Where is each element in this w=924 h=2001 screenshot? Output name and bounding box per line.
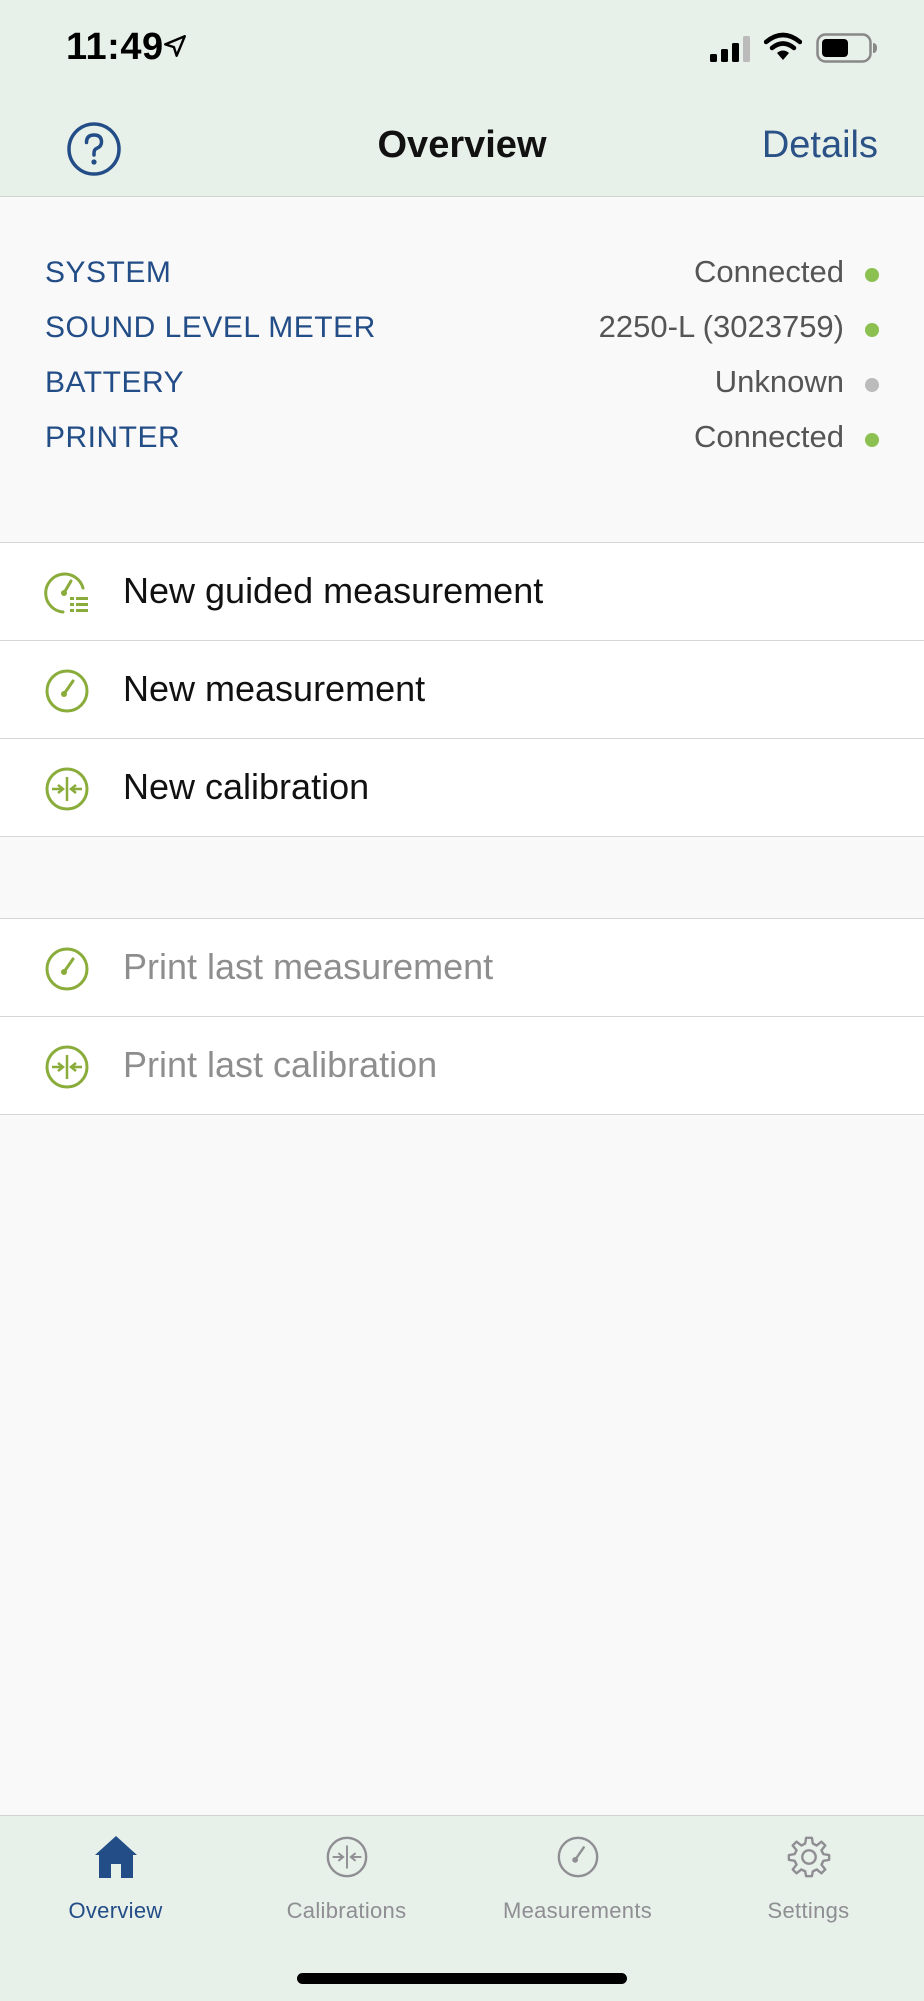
status-value: 2250-L (3023759) [598, 309, 844, 344]
gauge-icon [557, 1836, 598, 1878]
top-bar: 11:49 Overview Details [0, 0, 924, 197]
status-row-printer: PRINTER Connected [0, 417, 924, 472]
status-dot [865, 433, 879, 447]
status-row-battery: BATTERY Unknown [0, 362, 924, 417]
wifi-icon [764, 32, 802, 60]
row-label: Print last measurement [123, 946, 494, 987]
row-label: New calibration [123, 766, 370, 807]
status-label: BATTERY [45, 366, 185, 399]
gauge-icon [45, 947, 89, 991]
status-value: Unknown [714, 364, 844, 399]
row-label: Print last calibration [123, 1044, 438, 1085]
calibration-icon [326, 1836, 367, 1878]
guided-measurement-icon [44, 572, 88, 614]
new-measurement-row[interactable]: New measurement [0, 641, 924, 739]
home-indicator [297, 1973, 627, 1984]
status-row-system: SYSTEM Connected [0, 252, 924, 307]
battery-icon [816, 33, 877, 63]
status-value: Connected [694, 254, 844, 289]
new-calibration-row[interactable]: New calibration [0, 739, 924, 837]
gear-icon [787, 1836, 830, 1878]
print-actions-group: Print last measurement Print last calibr… [0, 918, 924, 1115]
print-last-measurement-row[interactable]: Print last measurement [0, 919, 924, 1017]
new-guided-measurement-row[interactable]: New guided measurement [0, 543, 924, 641]
gauge-icon [45, 669, 89, 713]
tab-label: Calibrations [286, 1898, 407, 1923]
calibration-icon [45, 1045, 89, 1089]
status-dot [865, 378, 879, 392]
status-dot [865, 323, 879, 337]
status-label: PRINTER [45, 421, 181, 454]
tab-settings[interactable]: Settings [693, 1816, 924, 1936]
status-time: 11:49 [66, 26, 164, 68]
tab-label: Overview [68, 1898, 163, 1923]
details-button[interactable]: Details [762, 124, 878, 167]
location-arrow-icon [164, 35, 186, 57]
row-label: New measurement [123, 668, 426, 709]
new-actions-group: New guided measurement New measurement N… [0, 542, 924, 837]
calibration-icon [45, 767, 89, 811]
status-label: SOUND LEVEL METER [45, 311, 376, 344]
home-icon [94, 1836, 137, 1878]
status-row-sound-level-meter: SOUND LEVEL METER 2250-L (3023759) [0, 307, 924, 362]
status-dot [865, 268, 879, 282]
tab-calibrations[interactable]: Calibrations [231, 1816, 462, 1936]
row-label: New guided measurement [123, 570, 544, 611]
print-last-calibration-row[interactable]: Print last calibration [0, 1017, 924, 1115]
status-value: Connected [694, 419, 844, 454]
device-status-list: SYSTEM Connected SOUND LEVEL METER 2250-… [0, 252, 924, 472]
cellular-signal-icon [710, 36, 750, 62]
tab-overview[interactable]: Overview [0, 1816, 231, 1936]
tab-measurements[interactable]: Measurements [462, 1816, 693, 1936]
tab-label: Measurements [502, 1898, 653, 1923]
status-label: SYSTEM [45, 256, 172, 289]
tab-label: Settings [767, 1898, 850, 1923]
